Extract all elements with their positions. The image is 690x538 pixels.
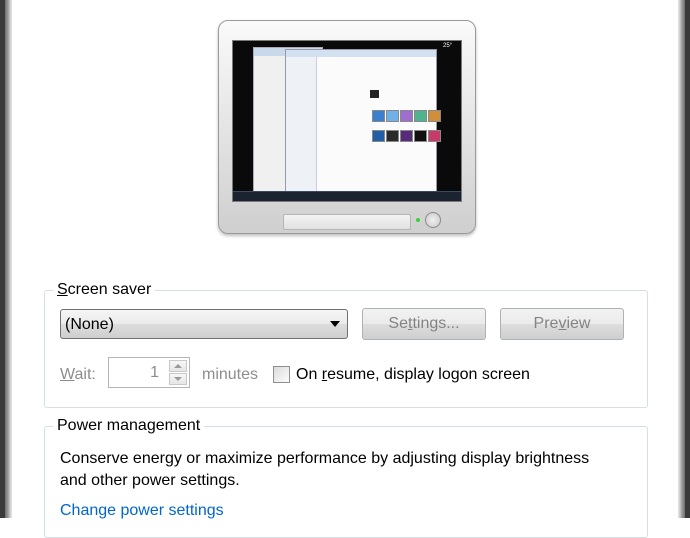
window-frame-left xyxy=(0,0,12,518)
wait-minutes-stepper[interactable]: 1 xyxy=(108,357,190,388)
preview-screen: 25° xyxy=(232,40,462,202)
preview-gadget: 25° xyxy=(443,43,453,49)
preview-window-front xyxy=(285,49,441,195)
screen-saver-group-title: Screen saver xyxy=(53,281,156,299)
monitor-bezel-slot xyxy=(283,214,411,230)
resume-logon-checkbox[interactable] xyxy=(273,366,290,383)
spin-down-icon[interactable] xyxy=(169,373,187,385)
window-frame-right xyxy=(678,0,690,518)
power-description: Conserve energy or maximize performance … xyxy=(60,450,590,489)
chevron-down-icon xyxy=(330,321,340,327)
settings-button[interactable]: Settings... xyxy=(362,308,486,340)
preview-taskbar xyxy=(233,191,461,201)
spin-up-icon[interactable] xyxy=(169,360,187,372)
wait-label: Wait: xyxy=(60,366,96,383)
power-led-icon xyxy=(416,218,420,222)
wait-minutes-value: 1 xyxy=(150,364,159,381)
monitor-power-button-icon xyxy=(425,212,441,228)
screen-saver-select[interactable]: (None) xyxy=(60,309,348,339)
screen-saver-selected-value: (None) xyxy=(65,316,114,333)
change-power-settings-link[interactable]: Change power settings xyxy=(60,502,224,520)
screen-saver-preview-monitor: 25° xyxy=(218,20,476,234)
resume-logon-label[interactable]: On resume, display logon screen xyxy=(296,366,530,384)
minutes-label: minutes xyxy=(202,366,259,383)
power-management-group-title: Power management xyxy=(53,417,205,435)
preview-button[interactable]: Preview xyxy=(500,308,624,340)
